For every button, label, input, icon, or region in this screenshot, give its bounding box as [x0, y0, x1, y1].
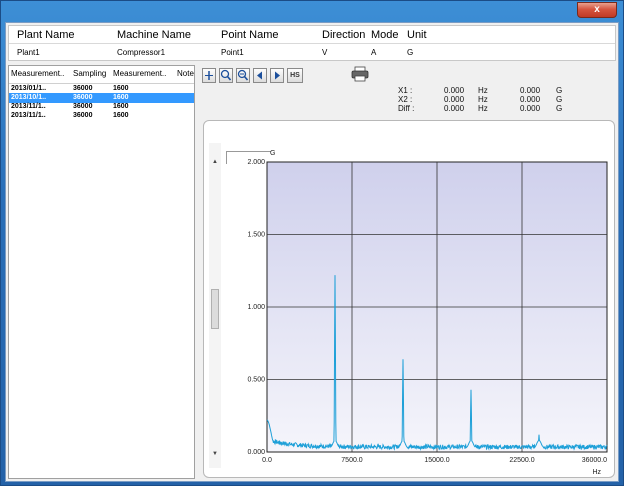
y-axis-label: G: [270, 150, 275, 157]
triangle-left-icon: [257, 71, 262, 80]
x2-unit: Hz: [478, 95, 488, 104]
header-unit-value: G: [407, 48, 414, 57]
app-window: x Plant Name Machine Name Point Name Dir…: [0, 0, 624, 486]
header-plant-label: Plant Name: [17, 29, 75, 41]
column-measurement-date[interactable]: Measurement..: [11, 69, 64, 78]
measurement-cell-lines: 1600: [113, 112, 129, 119]
print-button[interactable]: [351, 66, 369, 82]
header-mode-value: A: [371, 48, 377, 57]
x2-amplitude-unit: G: [556, 95, 563, 104]
x1-unit: Hz: [478, 86, 488, 95]
header-divider: [9, 43, 615, 44]
x-axis-label: Hz: [592, 469, 601, 476]
cursor-icon: [205, 71, 213, 80]
x1-amplitude: 0.000: [520, 86, 541, 95]
diff-amplitude: 0.000: [520, 104, 541, 113]
header-mode-label: Mode: [371, 29, 399, 41]
header-plant-value: Plant1: [17, 48, 40, 57]
measurement-cell-date: 2013/11/1..: [11, 112, 46, 119]
point-info-header: Plant Name Machine Name Point Name Direc…: [8, 25, 616, 61]
zoom-out-icon: [237, 69, 249, 81]
printer-icon: [351, 66, 369, 82]
header-unit-label: Unit: [407, 29, 427, 41]
zoom-in-icon: [220, 69, 232, 81]
x1-label: X1 :: [398, 86, 413, 95]
y-tick-label: 0.500: [247, 377, 265, 384]
close-button[interactable]: x: [577, 2, 617, 18]
column-note[interactable]: Note: [177, 69, 194, 78]
x2-amplitude: 0.000: [520, 95, 541, 104]
y-tick-label: 0.000: [247, 449, 265, 456]
diff-unit: Hz: [478, 104, 488, 113]
y-tick-label: 1.000: [247, 304, 265, 311]
x-tick-label: 36000.0: [582, 457, 607, 464]
diff-value: 0.000: [444, 104, 465, 113]
next-button[interactable]: [270, 68, 284, 83]
x2-label: X2 :: [398, 95, 413, 104]
x2-value: 0.000: [444, 95, 465, 104]
title-bar[interactable]: x: [1, 1, 623, 21]
column-sampling[interactable]: Sampling: [73, 69, 106, 78]
triangle-right-icon: [275, 71, 280, 80]
zoom-out-button[interactable]: [236, 68, 250, 83]
header-machine-value: Compressor1: [117, 48, 166, 57]
column-measurement-lines[interactable]: Measurement..: [113, 69, 166, 78]
header-direction-label: Direction: [322, 29, 366, 41]
diff-label: Diff :: [398, 104, 415, 113]
x1-amplitude-unit: G: [556, 86, 563, 95]
x-tick-label: 15000.0: [424, 457, 449, 464]
previous-button[interactable]: [253, 68, 267, 83]
measurement-list-header: Measurement.. Sampling Measurement.. Not…: [9, 66, 194, 84]
header-point-label: Point Name: [221, 29, 279, 41]
hs-button[interactable]: HS: [287, 68, 303, 83]
header-direction-value: V: [322, 48, 328, 57]
measurement-list[interactable]: Measurement.. Sampling Measurement.. Not…: [8, 65, 195, 479]
header-machine-label: Machine Name: [117, 29, 191, 41]
client-area: Plant Name Machine Name Point Name Direc…: [5, 22, 619, 482]
zoom-in-button[interactable]: [219, 68, 233, 83]
measurement-row[interactable]: 2013/11/1.. 36000 1600: [9, 111, 194, 121]
spectrum-chart[interactable]: 0.000 0.500 1.000 1.500 2.000 0.0 7500.0 15000.…: [205, 146, 615, 476]
y-tick-label: 1.500: [247, 232, 265, 239]
header-point-value: Point1: [221, 48, 244, 57]
diff-amplitude-unit: G: [556, 104, 563, 113]
y-tick-label: 2.000: [247, 159, 265, 166]
x-tick-label: 0.0: [262, 457, 272, 464]
x-tick-label: 7500.0: [341, 457, 363, 464]
measurement-cell-sampling: 36000: [73, 112, 93, 119]
x-tick-label: 22500.0: [509, 457, 534, 464]
x1-value: 0.000: [444, 86, 465, 95]
cursor-button[interactable]: [202, 68, 216, 83]
